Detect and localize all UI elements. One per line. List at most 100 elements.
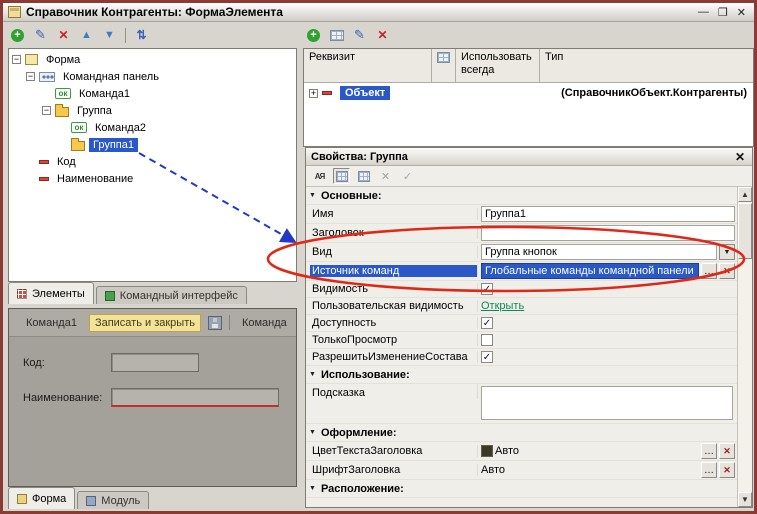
vid-dropdown-value[interactable]: Группа кнопок xyxy=(481,244,717,260)
zagolovok-input[interactable] xyxy=(481,225,735,241)
tree-item-label: Наименование xyxy=(53,172,137,186)
scrollbar-up-button[interactable]: ▲ xyxy=(738,187,752,202)
tree-item-komanda2[interactable]: ок Команда2 xyxy=(9,119,296,136)
expand-icon[interactable]: + xyxy=(309,89,318,98)
podskazka-textarea[interactable] xyxy=(481,386,733,420)
properties-close-button[interactable]: ✕ xyxy=(733,150,747,164)
column-ispolzovat-vsegda: Использовать всегда xyxy=(456,49,540,82)
istochnik-komand-value[interactable]: Глобальные команды командной панели xyxy=(481,263,699,279)
section-oformlenie[interactable]: ▼ Оформление: xyxy=(306,424,737,442)
ellipsis-button[interactable]: … xyxy=(701,443,717,459)
tree-item-label: Командная панель xyxy=(59,70,163,84)
tree-item-komandnaya-panel[interactable]: − Командная панель xyxy=(9,68,296,85)
command-button-icon: ок xyxy=(71,122,87,133)
delete-button[interactable]: ✕ xyxy=(54,26,73,44)
tree-item-naimenovanie[interactable]: Наименование xyxy=(9,170,296,187)
categories-icon xyxy=(336,171,348,182)
ellipsis-button[interactable]: … xyxy=(701,462,717,478)
scrollbar-thumb[interactable] xyxy=(738,203,752,259)
delete-icon: ✕ xyxy=(58,28,68,42)
move-up-button[interactable]: ▲ xyxy=(77,26,96,44)
clear-button[interactable]: ✕ xyxy=(719,443,735,459)
tolkoprosmotr-checkbox[interactable] xyxy=(481,334,493,346)
section-osnovnye[interactable]: ▼ Основные: xyxy=(306,187,737,205)
preview-button-komanda[interactable]: Команда xyxy=(237,315,292,331)
minimize-button[interactable]: — xyxy=(698,6,709,19)
tab-label: Модуль xyxy=(101,495,140,507)
property-label: ШрифтЗаголовка xyxy=(310,464,478,476)
collapse-icon[interactable]: − xyxy=(26,72,35,81)
imya-input[interactable]: Группа1 xyxy=(481,206,735,222)
reorder-button[interactable]: ⇅ xyxy=(132,26,151,44)
field-label: Код: xyxy=(23,357,111,369)
collapse-icon[interactable]: − xyxy=(12,55,21,64)
property-row-imya: Имя Группа1 xyxy=(306,205,737,224)
kod-input[interactable] xyxy=(111,353,199,372)
dostupnost-checkbox[interactable]: ✓ xyxy=(481,317,493,329)
tree-item-label-selected: Группа1 xyxy=(89,138,138,152)
clear-button[interactable]: ✕ xyxy=(719,263,735,279)
scrollbar-track[interactable] xyxy=(738,260,752,492)
tree-item-komanda1[interactable]: ок Команда1 xyxy=(9,85,296,102)
properties-title-bar: Свойства: Группа ✕ xyxy=(306,148,752,166)
field-label: Наименование: xyxy=(23,392,111,404)
section-label: Расположение: xyxy=(321,483,404,495)
tab-label: Элементы xyxy=(32,288,85,300)
tab-modul[interactable]: Модуль xyxy=(77,491,149,509)
attribute-icon xyxy=(39,177,49,181)
apply-edit-button[interactable]: ✓ xyxy=(399,168,416,184)
save-icon[interactable] xyxy=(208,316,222,330)
chevron-down-icon: ▼ xyxy=(724,249,731,256)
razreshit-checkbox[interactable]: ✓ xyxy=(481,351,493,363)
naimenovanie-input[interactable] xyxy=(111,388,279,407)
tree-item-label: Группа xyxy=(73,104,116,118)
tree-item-forma[interactable]: − Форма xyxy=(9,51,296,68)
tab-komandnyj-interfejs[interactable]: Командный интерфейс xyxy=(96,286,247,304)
tab-elementy[interactable]: Элементы xyxy=(8,282,94,304)
collapse-icon[interactable]: − xyxy=(42,106,51,115)
preview-button-zapisat-i-zakryt[interactable]: Записать и закрыть xyxy=(89,314,201,332)
section-raspolozhenie[interactable]: ▼ Расположение: xyxy=(306,480,737,498)
property-row-podskazka: Подсказка xyxy=(306,384,737,424)
color-swatch[interactable] xyxy=(481,445,493,457)
add-button[interactable]: + xyxy=(8,26,27,44)
maximize-button[interactable]: ❐ xyxy=(718,6,728,19)
tree-item-label: Команда2 xyxy=(91,121,150,135)
tree-item-label: Форма xyxy=(42,53,84,67)
close-button[interactable]: ✕ xyxy=(737,6,746,19)
cancel-edit-button[interactable]: ✕ xyxy=(377,168,394,184)
scrollbar-down-button[interactable]: ▼ xyxy=(738,492,752,507)
scrollbar[interactable]: ▲ ▼ xyxy=(737,187,752,507)
collapse-triangle-icon: ▼ xyxy=(309,192,316,199)
property-label: Имя xyxy=(310,208,478,220)
section-ispolzovanie[interactable]: ▼ Использование: xyxy=(306,366,737,384)
property-label: ЦветТекстаЗаголовка xyxy=(310,445,478,457)
arrow-up-icon: ▲ xyxy=(81,29,92,41)
move-down-button[interactable]: ▼ xyxy=(100,26,119,44)
tree-item-gruppa1[interactable]: Группа1 xyxy=(9,136,296,153)
ellipsis-button[interactable]: … xyxy=(701,263,717,279)
tree-item-gruppa[interactable]: − Группа xyxy=(9,102,296,119)
collapse-triangle-icon: ▼ xyxy=(309,371,316,378)
property-row-tolkoprosmotr: ТолькоПросмотр xyxy=(306,332,737,349)
font-value[interactable]: Авто xyxy=(481,464,699,476)
sort-alphabetical-button[interactable]: АЯ xyxy=(311,168,328,184)
add-attribute-button[interactable]: + xyxy=(304,26,323,44)
edit-attribute-button[interactable]: ✎ xyxy=(350,26,369,44)
preview-button-komanda1[interactable]: Команда1 xyxy=(21,315,82,331)
otkryt-link[interactable]: Открыть xyxy=(481,300,524,312)
app-icon[interactable] xyxy=(8,6,21,18)
quick-select-button[interactable] xyxy=(355,168,372,184)
delete-attribute-button[interactable]: ✕ xyxy=(373,26,392,44)
tab-forma[interactable]: Форма xyxy=(8,487,75,509)
clear-button[interactable]: ✕ xyxy=(719,462,735,478)
dropdown-button[interactable]: ▼ xyxy=(719,244,735,260)
vidimost-checkbox[interactable]: ✓ xyxy=(481,283,493,295)
color-value[interactable]: Авто xyxy=(495,445,699,457)
view-categories-button[interactable] xyxy=(333,168,350,184)
tree-item-kod[interactable]: Код xyxy=(9,153,296,170)
edit-button[interactable]: ✎ xyxy=(31,26,50,44)
attribute-row-obyekt[interactable]: + Объект (СправочникОбъект.Контрагенты) xyxy=(304,83,753,103)
property-label: Вид xyxy=(310,246,478,258)
table-button[interactable] xyxy=(327,26,346,44)
